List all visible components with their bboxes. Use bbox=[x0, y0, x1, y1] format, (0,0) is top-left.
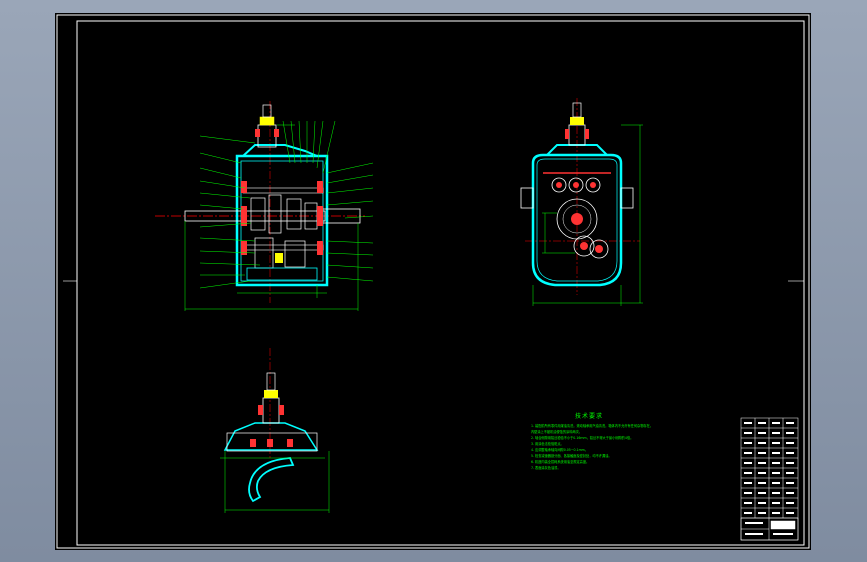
drawing-canvas bbox=[56, 14, 810, 549]
shift-fork-view bbox=[220, 348, 330, 513]
side-view bbox=[520, 98, 643, 306]
tech-note: 7. 表面涂灰色油漆。 bbox=[531, 466, 561, 470]
cad-viewport: 技术要求 1. 装配前所有零件用煤油清洗，滚动轴承用汽油清洗，箱体内不允许有任何… bbox=[0, 0, 867, 562]
front-section-view bbox=[155, 101, 374, 311]
drawing-sheet[interactable]: 技术要求 1. 装配前所有零件用煤油清洗，滚动轴承用汽油清洗，箱体内不允许有任何… bbox=[55, 13, 811, 550]
title-block bbox=[740, 417, 799, 541]
technical-requirements-notes: 1. 装配前所有零件用煤油清洗，滚动轴承用汽油清洗，箱体内不允许有任何杂物存在。… bbox=[531, 423, 669, 471]
technical-requirements-title: 技术要求 bbox=[575, 413, 604, 420]
outer-frame bbox=[56, 14, 810, 549]
inner-frame bbox=[76, 20, 805, 546]
